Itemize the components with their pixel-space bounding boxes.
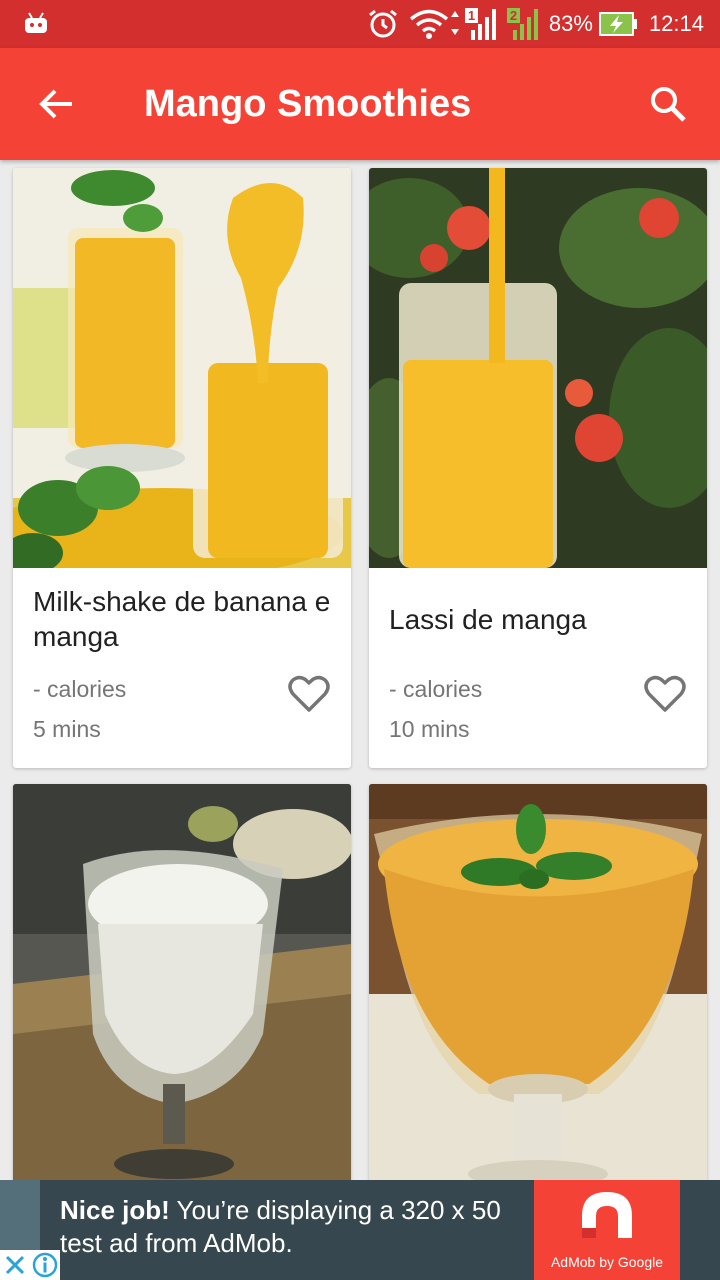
close-icon[interactable] xyxy=(0,1250,30,1280)
recipe-time: 10 mins xyxy=(389,716,470,742)
favorite-button[interactable] xyxy=(287,672,331,716)
app-bar: Mango Smoothies xyxy=(0,48,720,160)
recipe-time: 5 mins xyxy=(33,716,101,742)
recipe-photo xyxy=(13,168,351,568)
recipe-card[interactable] xyxy=(13,784,351,1180)
sim2-label: 2 xyxy=(510,8,517,23)
favorite-button[interactable] xyxy=(643,672,687,716)
heart-outline-icon xyxy=(288,675,330,712)
recipe-card[interactable]: Milk-shake de banana e manga - calories … xyxy=(13,168,351,768)
admob-label: AdMob by Google xyxy=(550,1254,664,1270)
recipe-calories: - calories xyxy=(389,676,483,702)
back-button[interactable] xyxy=(30,82,82,126)
admob-logo-icon xyxy=(582,1192,632,1238)
page-title: Mango Smoothies xyxy=(144,83,472,125)
recipe-calories: - calories xyxy=(33,676,127,702)
search-icon xyxy=(651,87,686,122)
sim1-label: 1 xyxy=(468,8,475,23)
battery-charging-icon xyxy=(598,11,639,37)
battery-percent: 83% xyxy=(548,11,593,36)
alarm-icon xyxy=(367,8,399,40)
ad-text: Nice job! You’re displaying a 320 x 50 t… xyxy=(60,1194,530,1260)
arrow-back-icon xyxy=(39,89,72,119)
wifi-icon xyxy=(409,8,459,40)
status-bar: 1 2 83% 12:14 xyxy=(0,0,720,48)
search-button[interactable] xyxy=(646,82,690,126)
admob-logo: AdMob by Google xyxy=(534,1180,680,1280)
clock: 12:14 xyxy=(648,11,704,36)
ad-headline: Nice job! xyxy=(60,1195,170,1225)
recipe-title: Lassi de manga xyxy=(389,604,587,635)
info-icon[interactable] xyxy=(30,1250,60,1280)
ad-banner[interactable]: Nice job! You’re displaying a 320 x 50 t… xyxy=(0,1180,720,1280)
heart-outline-icon xyxy=(644,675,686,712)
recipe-photo xyxy=(369,784,707,1180)
android-notification-icon xyxy=(24,12,48,34)
ad-controls xyxy=(0,1250,60,1280)
recipe-photo xyxy=(13,784,351,1180)
recipe-grid: Milk-shake de banana e manga - calories … xyxy=(0,160,720,1180)
recipe-card[interactable]: Lassi de manga - calories 10 mins xyxy=(369,168,707,768)
signal-sim1-icon: 1 xyxy=(464,6,501,42)
recipe-photo xyxy=(369,168,707,568)
signal-sim2-icon: 2 xyxy=(506,6,543,42)
recipe-title: Milk-shake de banana e manga xyxy=(33,586,331,652)
recipe-card[interactable] xyxy=(369,784,707,1180)
